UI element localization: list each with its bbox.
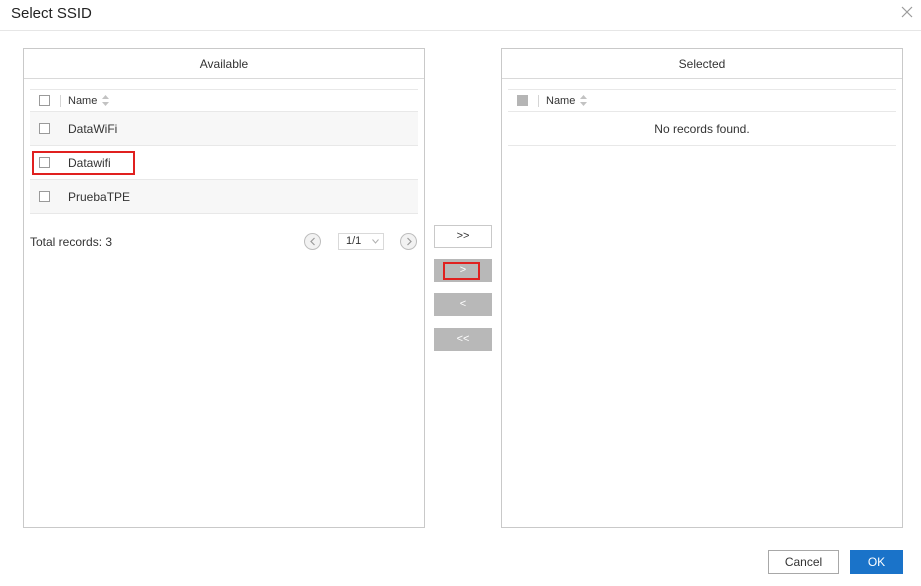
available-grid-header: Name xyxy=(30,89,418,112)
prev-page-button[interactable] xyxy=(304,233,321,250)
row-checkbox[interactable] xyxy=(39,123,50,134)
next-page-icon xyxy=(407,237,412,246)
add-all-button[interactable]: >> xyxy=(434,225,492,248)
row-checkbox[interactable] xyxy=(39,157,50,168)
pagination-bar: Total records: 3 1/1 xyxy=(30,233,418,253)
selected-grid-header: Name xyxy=(508,89,896,112)
select-all-checkbox xyxy=(517,95,528,106)
highlight-box xyxy=(443,262,480,280)
name-column-header[interactable]: Name xyxy=(546,95,575,107)
selected-panel: Selected Name No records found. xyxy=(501,48,903,528)
selected-grid: Name No records found. xyxy=(508,89,896,146)
ssid-name: DataWiFi xyxy=(68,122,118,136)
row-checkbox[interactable] xyxy=(39,191,50,202)
table-row[interactable]: Datawifi xyxy=(30,146,418,180)
remove-all-button[interactable]: << xyxy=(434,328,492,351)
ssid-name: PruebaTPE xyxy=(68,190,131,204)
add-button[interactable]: > xyxy=(434,259,492,282)
table-row[interactable]: DataWiFi xyxy=(30,112,418,146)
dialog-title: Select SSID xyxy=(11,5,92,22)
close-icon[interactable] xyxy=(901,6,913,18)
available-panel: Available Name DataWiFi Datawifi PruebaT… xyxy=(23,48,425,528)
cancel-button[interactable]: Cancel xyxy=(768,550,839,574)
total-records: Total records: 3 xyxy=(30,235,113,249)
column-divider xyxy=(538,95,539,107)
name-column-header[interactable]: Name xyxy=(68,95,97,107)
ssid-name: Datawifi xyxy=(68,156,111,170)
title-divider xyxy=(0,30,921,31)
selected-header: Selected xyxy=(502,49,902,79)
select-all-checkbox[interactable] xyxy=(39,95,50,106)
sort-icon[interactable] xyxy=(580,95,587,106)
prev-page-icon xyxy=(310,237,315,246)
remove-button[interactable]: < xyxy=(434,293,492,316)
empty-message: No records found. xyxy=(508,112,896,146)
page-value: 1/1 xyxy=(346,235,362,247)
column-divider xyxy=(60,95,61,107)
table-row[interactable]: PruebaTPE xyxy=(30,180,418,214)
chevron-down-icon xyxy=(372,239,379,244)
sort-icon[interactable] xyxy=(102,95,109,106)
available-grid: Name DataWiFi Datawifi PruebaTPE xyxy=(30,89,418,214)
next-page-button[interactable] xyxy=(400,233,417,250)
page-select[interactable]: 1/1 xyxy=(338,233,384,250)
available-header: Available xyxy=(24,49,424,79)
ok-button[interactable]: OK xyxy=(850,550,903,574)
